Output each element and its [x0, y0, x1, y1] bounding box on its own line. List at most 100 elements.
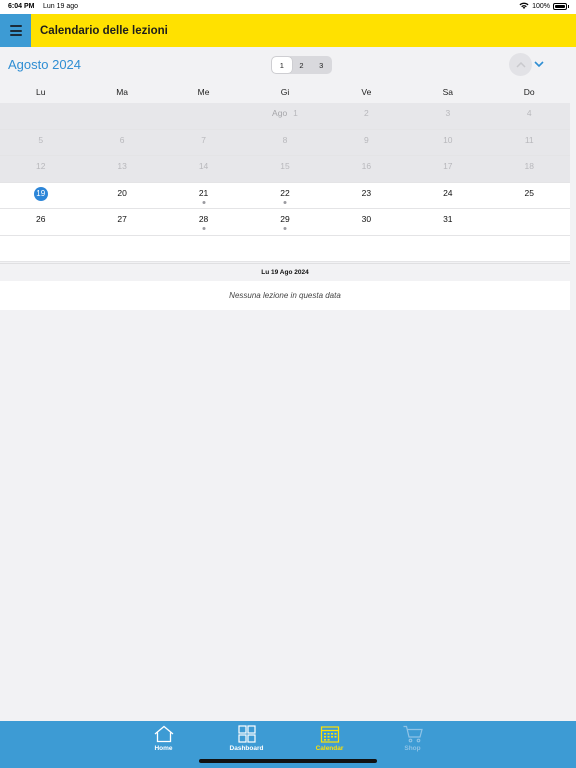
calendar-week: 19 20 21 22 23 24 25	[0, 182, 570, 209]
weekday-label: Sa	[442, 87, 454, 97]
hamburger-icon-line	[9, 25, 22, 27]
day-number: 21	[198, 187, 209, 198]
calendar-day[interactable]: 7	[163, 130, 244, 156]
month-tag: Ago	[272, 108, 288, 118]
calendar-day[interactable]: 29	[244, 209, 325, 235]
day-number: 4	[526, 108, 532, 118]
calendar-day-today[interactable]: 19	[0, 183, 81, 209]
day-number: 14	[198, 161, 209, 171]
calendar-icon	[319, 725, 341, 743]
calendar-day[interactable]: 24	[407, 183, 488, 209]
day-number: 15	[280, 161, 290, 171]
calendar-day[interactable]: 25	[489, 183, 570, 209]
tab-dashboard[interactable]: Dashboard	[205, 721, 288, 757]
day-number: 30	[361, 214, 372, 224]
calendar-day[interactable]: 16	[326, 156, 407, 182]
day-number: 1	[293, 108, 298, 118]
calendar-day[interactable]: 11	[489, 130, 570, 156]
battery-percent: 100%	[532, 2, 550, 10]
home-icon	[153, 725, 175, 743]
segment-3[interactable]: 3	[311, 57, 331, 73]
calendar-day[interactable]: 12	[0, 156, 81, 182]
weekday-label: Me	[197, 87, 210, 97]
next-month-button[interactable]	[533, 58, 545, 70]
day-number: 2	[364, 108, 369, 118]
cart-icon	[402, 725, 424, 743]
calendar-day[interactable]: 27	[81, 209, 162, 235]
calendar-day-empty	[163, 103, 244, 129]
tab-label: Dashboard	[229, 745, 264, 752]
chevron-down-icon	[534, 61, 544, 67]
tab-calendar[interactable]: Calendar	[288, 721, 371, 757]
calendar-day[interactable]: Ago 1	[244, 103, 325, 129]
day-number: 8	[282, 134, 288, 145]
segment-2[interactable]: 2	[292, 57, 312, 73]
tab-shop[interactable]: Shop	[371, 721, 454, 757]
calendar-day[interactable]: 17	[407, 156, 488, 182]
calendar-day[interactable]: 8	[244, 130, 325, 156]
calendar-day[interactable]: 21	[163, 183, 244, 209]
calendar-day[interactable]: 2	[326, 103, 407, 129]
calendar-day[interactable]: 5	[0, 130, 81, 156]
dashboard-icon	[236, 725, 258, 743]
lesson-dot	[202, 200, 206, 204]
calendar-grid: Ago 1 2 3 4 5 6 7 8 9 10 11 12 13 14 15 1…	[0, 103, 570, 262]
day-number: 6	[119, 134, 125, 145]
menu-button[interactable]	[0, 14, 31, 47]
calendar-day[interactable]: 10	[407, 130, 488, 156]
day-number: 28	[198, 214, 209, 224]
home-indicator	[199, 759, 377, 763]
day-number: 27	[117, 214, 127, 224]
day-number: 29	[280, 214, 290, 224]
calendar-day[interactable]: 14	[163, 156, 244, 182]
hamburger-icon-line	[9, 29, 22, 32]
tab-list: Home Dashboard Calendar Shop	[122, 721, 454, 757]
wifi-icon	[519, 2, 529, 9]
weekday-label: Do	[523, 87, 535, 97]
tab-home[interactable]: Home	[122, 721, 205, 757]
day-number: 11	[524, 134, 534, 145]
previous-month-button[interactable]	[509, 53, 532, 76]
weekday-header: Lu Ma Me Gi Ve Sa Do	[0, 82, 570, 103]
calendar-day[interactable]: 22	[244, 183, 325, 209]
calendar-day[interactable]: 26	[0, 209, 81, 235]
status-date: Lun 19 ago	[43, 3, 79, 10]
calendar-day[interactable]: 3	[407, 103, 488, 129]
calendar-day[interactable]: 23	[326, 183, 407, 209]
day-number: 18	[524, 161, 534, 171]
day-number: 3	[445, 108, 451, 118]
status-right: 100%	[519, 2, 569, 10]
calendar-day[interactable]: 31	[407, 209, 488, 235]
empty-lessons-message: Nessuna lezione in questa data	[0, 281, 570, 310]
calendar-day[interactable]: 4	[489, 103, 570, 129]
lesson-dot	[202, 227, 206, 230]
day-number: 31	[443, 214, 453, 224]
day-number: 9	[364, 134, 369, 145]
lesson-dot	[283, 200, 287, 204]
day-number: 23	[361, 187, 372, 198]
view-segmented-control: 1 2 3	[271, 56, 332, 74]
battery-icon	[553, 2, 569, 10]
calendar-day[interactable]: 30	[326, 209, 407, 235]
calendar-day[interactable]: 15	[244, 156, 325, 182]
calendar-day-empty	[489, 209, 570, 235]
calendar-day[interactable]: 18	[489, 156, 570, 182]
day-number: 24	[443, 187, 453, 198]
calendar-week: Ago 1 2 3 4	[0, 103, 570, 130]
tab-label: Calendar	[315, 745, 344, 752]
calendar-day[interactable]: 28	[163, 209, 244, 235]
day-number: 16	[361, 161, 372, 171]
day-number: 12	[35, 161, 46, 171]
tab-label: Shop	[404, 745, 421, 752]
segment-1[interactable]: 1	[272, 57, 292, 73]
day-number: 25	[524, 187, 534, 198]
day-number: 17	[443, 161, 453, 171]
weekday-label: Ma	[116, 87, 129, 97]
calendar-day[interactable]: 9	[326, 130, 407, 156]
calendar-week-empty	[0, 235, 570, 262]
day-number: 7	[201, 134, 206, 145]
calendar-day[interactable]: 20	[81, 183, 162, 209]
calendar-day[interactable]: 6	[81, 130, 162, 156]
day-number: 22	[280, 187, 290, 198]
calendar-day[interactable]: 13	[81, 156, 162, 182]
